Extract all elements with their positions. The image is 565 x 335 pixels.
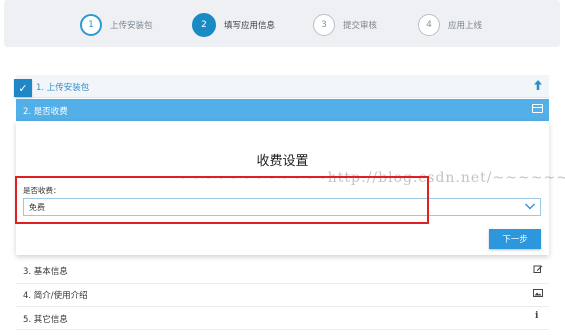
accordion-row-intro-label: 4. 简介/使用介绍 [23, 291, 88, 301]
step-2-number: 2 [192, 13, 216, 37]
step-4-label: 应用上线 [448, 21, 483, 31]
step-1: 1 上传安装包 [80, 12, 153, 38]
accordion-row-basic-info[interactable] [16, 261, 549, 284]
step-1-number: 1 [80, 14, 102, 36]
accordion-row-charge[interactable] [16, 99, 549, 121]
check-icon: ✓ [14, 79, 32, 97]
accordion-row-intro[interactable] [16, 284, 549, 307]
step-4-number: 4 [418, 14, 440, 36]
step-4: 4 应用上线 [418, 12, 482, 38]
chevron-down-icon[interactable] [524, 201, 536, 211]
accordion-row-other-info[interactable] [16, 307, 549, 330]
next-step-button[interactable]: 下一步 [489, 229, 541, 249]
accordion-row-charge-label: 2. 是否收费 [23, 107, 68, 117]
step-1-label: 上传安装包 [110, 21, 153, 31]
accordion-row-upload[interactable] [16, 75, 549, 98]
highlight-annotation-box [15, 176, 429, 224]
step-3-label: 提交审核 [343, 21, 378, 31]
info-icon: i [535, 311, 539, 321]
step-2: 2 填写应用信息 [192, 12, 275, 38]
accordion-row-basic-info-label: 3. 基本信息 [23, 267, 68, 277]
step-3-number: 3 [313, 14, 335, 36]
charge-settings-title: 收费设置 [256, 154, 309, 169]
image-icon [533, 289, 543, 297]
accordion-row-other-info-label: 5. 其它信息 [23, 315, 68, 325]
step-2-label: 填写应用信息 [224, 21, 276, 31]
arrow-up-icon[interactable] [533, 79, 543, 91]
step-3: 3 提交审核 [313, 12, 377, 38]
credit-card-icon [532, 104, 543, 113]
edit-icon [533, 265, 543, 273]
accordion-row-upload-label: 1. 上传安装包 [36, 83, 90, 93]
